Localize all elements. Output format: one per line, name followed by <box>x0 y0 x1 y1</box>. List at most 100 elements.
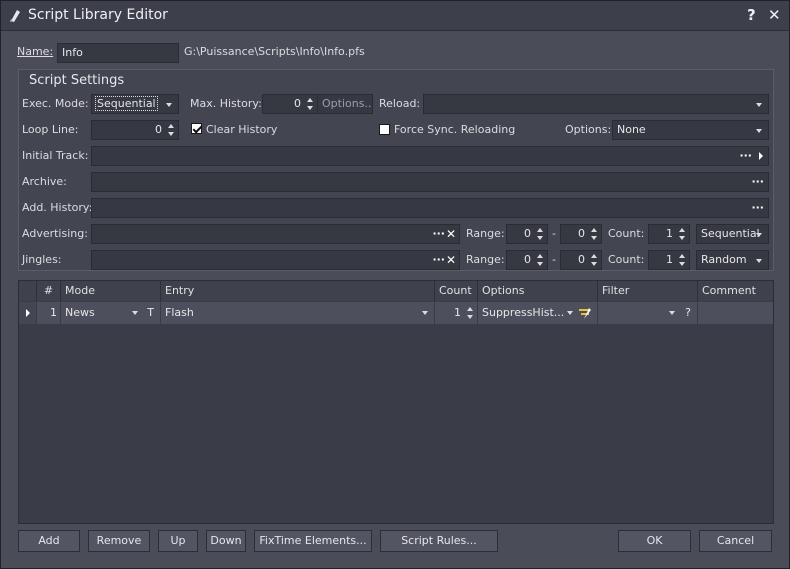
chevron-down-icon <box>756 259 762 263</box>
force-sync-checkbox[interactable] <box>379 124 390 135</box>
chevron-down-icon[interactable] <box>132 311 138 315</box>
chevron-down-icon <box>756 129 762 133</box>
script-rules-button[interactable]: Script Rules... <box>380 530 498 552</box>
chevron-down-icon[interactable] <box>422 311 428 315</box>
spin-arrows-icon <box>307 98 313 110</box>
archive-label: Archive: <box>22 175 67 188</box>
browse-ellipsis-icon[interactable]: ··· <box>432 251 445 269</box>
force-sync-label: Force Sync. Reloading <box>394 123 516 136</box>
column-header-comment[interactable]: Comment <box>698 281 773 301</box>
max-history-label: Max. History: <box>190 97 262 110</box>
close-button[interactable]: ✕ <box>768 6 781 24</box>
mode-cell-value: News <box>65 306 95 319</box>
jingles-range-from[interactable]: 0 <box>506 250 548 270</box>
count-cell-value: 1 <box>454 306 461 319</box>
add-history-label: Add. History: <box>22 201 93 214</box>
spin-arrows-icon <box>467 307 473 319</box>
advertising-mode-value: Sequential <box>701 227 760 240</box>
jingles-range-separator: - <box>552 253 556 266</box>
column-header-options[interactable]: Options <box>478 281 598 301</box>
text-type-icon[interactable]: T <box>147 302 154 324</box>
clear-icon[interactable]: ✕ <box>446 251 456 269</box>
reload-label: Reload: <box>379 97 421 110</box>
column-header-entry[interactable]: Entry <box>161 281 435 301</box>
column-header-count[interactable]: Count <box>435 281 478 301</box>
edit-options-icon[interactable] <box>578 306 592 320</box>
remove-button[interactable]: Remove <box>88 530 150 552</box>
browse-ellipsis-icon[interactable]: ··· <box>432 225 445 243</box>
spin-arrows-icon <box>591 228 597 240</box>
loop-line-label: Loop Line: <box>22 123 79 136</box>
options-label: Options: <box>565 123 612 136</box>
row-indicator <box>19 302 37 324</box>
ok-button[interactable]: OK <box>618 530 691 552</box>
jingles-input[interactable]: ··· ✕ <box>91 250 460 270</box>
spin-arrows-icon <box>591 254 597 266</box>
comment-cell[interactable] <box>698 302 773 324</box>
script-library-icon <box>10 10 20 22</box>
jingles-count-label: Count: <box>608 253 645 266</box>
options-cell[interactable]: SuppressHist... <box>478 302 598 324</box>
jingles-range-to-value: 0 <box>578 253 585 266</box>
add-button[interactable]: Add <box>18 530 80 552</box>
mode-cell[interactable]: News T <box>61 302 161 324</box>
up-button[interactable]: Up <box>158 530 198 552</box>
chevron-down-icon[interactable] <box>567 311 573 315</box>
advertising-range-to[interactable]: 0 <box>560 224 602 244</box>
jingles-mode-select[interactable]: Random <box>696 250 769 270</box>
column-header-mode[interactable]: Mode <box>61 281 161 301</box>
options-select[interactable]: None <box>612 120 769 140</box>
browse-ellipsis-icon[interactable]: ··· <box>751 173 764 191</box>
browse-ellipsis-icon[interactable]: ··· <box>739 147 752 165</box>
browse-ellipsis-icon[interactable]: ··· <box>751 199 764 217</box>
archive-input[interactable]: ··· <box>91 172 769 192</box>
cancel-button[interactable]: Cancel <box>699 530 772 552</box>
jingles-label: Jingles: <box>22 253 62 266</box>
chevron-down-icon[interactable] <box>669 311 675 315</box>
loop-line-value: 0 <box>155 123 162 136</box>
spin-arrows-icon <box>679 228 685 240</box>
reload-select[interactable] <box>423 94 769 114</box>
clear-icon[interactable]: ✕ <box>446 225 456 243</box>
advertising-input[interactable]: ··· ✕ <box>91 224 460 244</box>
column-header-filter[interactable]: Filter <box>598 281 698 301</box>
exec-mode-select[interactable]: Sequential <box>91 94 179 114</box>
filter-cell[interactable]: ? <box>598 302 698 324</box>
fixtime-elements-button[interactable]: FixTime Elements... <box>254 530 372 552</box>
advertising-count-stepper[interactable]: 1 <box>648 224 690 244</box>
advertising-count-value: 1 <box>666 227 673 240</box>
clear-history-checkbox[interactable] <box>191 123 202 134</box>
options-button[interactable]: Options... <box>317 94 373 114</box>
count-cell[interactable]: 1 <box>435 302 478 324</box>
spin-arrows-icon <box>537 228 543 240</box>
max-history-stepper[interactable]: 0 <box>262 94 318 114</box>
loop-line-stepper[interactable]: 0 <box>91 120 179 140</box>
script-library-editor-window: Script Library Editor ? ✕ Name: Info G:\… <box>0 0 790 569</box>
down-button[interactable]: Down <box>206 530 246 552</box>
help-icon[interactable]: ? <box>685 302 691 324</box>
advertising-range-to-value: 0 <box>578 227 585 240</box>
advertising-mode-select[interactable]: Sequential <box>696 224 769 244</box>
initial-track-input[interactable]: ··· <box>91 146 769 166</box>
jingles-range-to[interactable]: 0 <box>560 250 602 270</box>
row-indicator-header <box>19 281 37 301</box>
clear-history-label: Clear History <box>206 123 278 136</box>
advertising-range-separator: - <box>552 227 556 240</box>
add-history-input[interactable]: ··· <box>91 198 769 218</box>
column-header-number[interactable]: # <box>37 281 61 301</box>
name-input[interactable]: Info <box>57 43 179 63</box>
advertising-range-label: Range: <box>466 227 505 240</box>
help-button[interactable]: ? <box>747 6 756 24</box>
exec-mode-value: Sequential <box>95 96 158 111</box>
advertising-range-from-value: 0 <box>524 227 531 240</box>
options-cell-value: SuppressHist... <box>482 306 565 319</box>
script-settings-title: Script Settings <box>29 73 125 88</box>
jingles-count-stepper[interactable]: 1 <box>648 250 690 270</box>
advertising-range-from[interactable]: 0 <box>506 224 548 244</box>
script-entries-grid[interactable]: # Mode Entry Count Options Filter Commen… <box>18 280 774 524</box>
play-arrow-icon[interactable] <box>759 152 763 160</box>
max-history-value: 0 <box>294 97 301 110</box>
entry-cell[interactable]: Flash <box>161 302 435 324</box>
spin-arrows-icon <box>537 254 543 266</box>
options-value: None <box>617 123 646 136</box>
